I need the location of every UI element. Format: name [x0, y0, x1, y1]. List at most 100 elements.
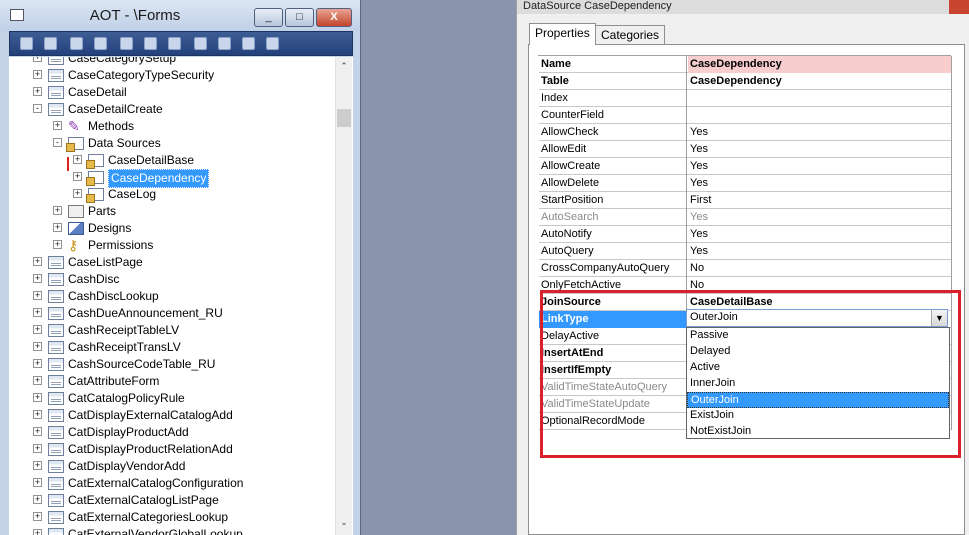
tree-scrollbar[interactable]: ⌃ ⌄: [335, 57, 352, 535]
lock-icon[interactable]: [242, 37, 255, 50]
tree-node-label[interactable]: CashDiscLookup: [68, 288, 159, 305]
tree-node-label[interactable]: CatDisplayProductRelationAdd: [68, 441, 233, 458]
property-row[interactable]: Table CaseDependency: [539, 73, 952, 90]
settings-icon[interactable]: [266, 37, 279, 50]
property-row[interactable]: AutoSearch Yes: [539, 209, 952, 226]
tree-node-label[interactable]: Methods: [88, 118, 134, 135]
open-icon[interactable]: [20, 37, 33, 50]
expand-icon[interactable]: +: [73, 172, 82, 181]
property-value[interactable]: Yes: [688, 243, 952, 260]
tree-node-label[interactable]: CatDisplayVendorAdd: [68, 458, 185, 475]
tree-node[interactable]: + CaseDetailBase: [9, 152, 335, 169]
tree-node-label[interactable]: CaseDetailBase: [108, 152, 194, 169]
tree-node-label[interactable]: CashDisc: [68, 271, 119, 288]
property-value[interactable]: Yes: [688, 141, 952, 158]
tree-node-label[interactable]: CaseListPage: [68, 254, 143, 271]
tree-node[interactable]: + CashDisc: [9, 271, 335, 288]
expand-icon[interactable]: +: [53, 223, 62, 232]
tree-node[interactable]: + CatAttributeForm: [9, 373, 335, 390]
expand-icon[interactable]: +: [33, 87, 42, 96]
tree-node[interactable]: + CatExternalCatalogListPage: [9, 492, 335, 509]
tree-node[interactable]: + ✎ Methods: [9, 118, 335, 135]
layers-icon[interactable]: [168, 37, 181, 50]
expand-icon[interactable]: +: [53, 240, 62, 249]
tree-node[interactable]: + CatDisplayExternalCatalogAdd: [9, 407, 335, 424]
close-button[interactable]: X: [316, 8, 352, 27]
scroll-up-icon[interactable]: ⌃: [338, 61, 350, 72]
property-value[interactable]: [688, 90, 952, 107]
property-row[interactable]: AutoQuery Yes: [539, 243, 952, 260]
tree-node[interactable]: + CatDisplayVendorAdd: [9, 458, 335, 475]
expand-icon[interactable]: +: [33, 359, 42, 368]
tree-node-label[interactable]: Data Sources: [88, 135, 161, 152]
tree-node-label[interactable]: CatDisplayExternalCatalogAdd: [68, 407, 233, 424]
tree-node-label[interactable]: CashDueAnnouncement_RU: [68, 305, 223, 322]
property-row[interactable]: CounterField: [539, 107, 952, 124]
import-icon[interactable]: [94, 37, 107, 50]
property-value[interactable]: Yes: [688, 158, 952, 175]
tree-node-label[interactable]: CaseLog: [108, 186, 156, 203]
tree-node[interactable]: + CashReceiptTransLV: [9, 339, 335, 356]
expand-icon[interactable]: +: [33, 57, 42, 62]
expand-icon[interactable]: +: [33, 274, 42, 283]
tree-node[interactable]: + CatCatalogPolicyRule: [9, 390, 335, 407]
tree-node[interactable]: - CaseDetailCreate: [9, 101, 335, 118]
property-row[interactable]: AllowDelete Yes: [539, 175, 952, 192]
tree-node-label[interactable]: CatExternalVendorGlobalLookup: [68, 526, 243, 535]
tree-node-label[interactable]: Parts: [88, 203, 116, 220]
minimize-button[interactable]: _: [254, 8, 283, 27]
property-value[interactable]: Yes: [688, 124, 952, 141]
expand-icon[interactable]: +: [33, 495, 42, 504]
property-value[interactable]: CaseDependency: [688, 73, 952, 90]
tree-node-label[interactable]: CaseCategorySetup: [68, 57, 176, 67]
property-value[interactable]: CaseDependency: [688, 56, 952, 73]
tree-node-label[interactable]: CaseCategoryTypeSecurity: [68, 67, 214, 84]
property-row[interactable]: AutoNotify Yes: [539, 226, 952, 243]
tree-node[interactable]: + Parts: [9, 203, 335, 220]
expand-icon[interactable]: +: [33, 376, 42, 385]
collapse-icon[interactable]: -: [33, 104, 42, 113]
collapse-icon[interactable]: -: [53, 138, 62, 147]
property-row[interactable]: AllowCheck Yes: [539, 124, 952, 141]
compile-icon[interactable]: [120, 37, 133, 50]
property-value[interactable]: Yes: [688, 209, 952, 226]
property-value[interactable]: First: [688, 192, 952, 209]
property-row[interactable]: AllowEdit Yes: [539, 141, 952, 158]
property-value[interactable]: Yes: [688, 226, 952, 243]
expand-icon[interactable]: +: [33, 444, 42, 453]
tree-node[interactable]: + CatDisplayProductRelationAdd: [9, 441, 335, 458]
expand-icon[interactable]: +: [33, 308, 42, 317]
scroll-thumb[interactable]: [337, 109, 351, 127]
tree-node-label[interactable]: Designs: [88, 220, 131, 237]
tree-node[interactable]: + CatDisplayProductAdd: [9, 424, 335, 441]
tree-node[interactable]: + CaseCategorySetup: [9, 57, 335, 67]
tree-node-label[interactable]: CatCatalogPolicyRule: [68, 390, 185, 407]
tree-node[interactable]: + CashSourceCodeTable_RU: [9, 356, 335, 373]
expand-icon[interactable]: +: [33, 291, 42, 300]
expand-icon[interactable]: +: [33, 393, 42, 402]
property-value[interactable]: Yes: [688, 175, 952, 192]
property-row[interactable]: CrossCompanyAutoQuery No: [539, 260, 952, 277]
tree-node[interactable]: + CatExternalCatalogConfiguration: [9, 475, 335, 492]
expand-icon[interactable]: +: [33, 70, 42, 79]
property-row[interactable]: AllowCreate Yes: [539, 158, 952, 175]
tree-node-label[interactable]: CashReceiptTableLV: [68, 322, 179, 339]
database-icon[interactable]: [194, 37, 207, 50]
tree-node-label[interactable]: CashReceiptTransLV: [68, 339, 181, 356]
expand-icon[interactable]: +: [33, 427, 42, 436]
property-row[interactable]: Index: [539, 90, 952, 107]
maximize-button[interactable]: □: [285, 8, 314, 27]
tree-node[interactable]: + CatExternalVendorGlobalLookup: [9, 526, 335, 535]
expand-icon[interactable]: +: [33, 461, 42, 470]
tree-node-label[interactable]: CashSourceCodeTable_RU: [68, 356, 215, 373]
expand-icon[interactable]: +: [53, 206, 62, 215]
tree-node[interactable]: + ⚷ Permissions: [9, 237, 335, 254]
property-sheet-close-button[interactable]: [949, 0, 969, 14]
tree-node[interactable]: - Data Sources: [9, 135, 335, 152]
property-row[interactable]: StartPosition First: [539, 192, 952, 209]
tree-node-label[interactable]: CatDisplayProductAdd: [68, 424, 189, 441]
new-icon[interactable]: [144, 37, 157, 50]
tree-node[interactable]: + CashDiscLookup: [9, 288, 335, 305]
tab-categories[interactable]: Categories: [595, 25, 666, 45]
tree-node[interactable]: + CashDueAnnouncement_RU: [9, 305, 335, 322]
